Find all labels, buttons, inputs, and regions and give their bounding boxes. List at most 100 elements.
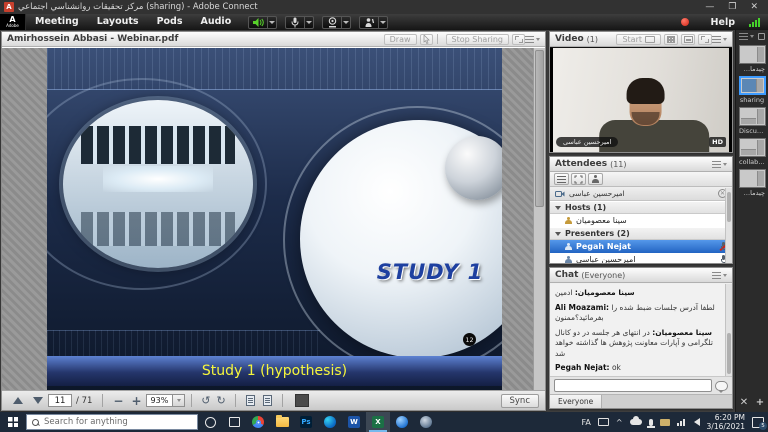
keyboard-icon[interactable] [598, 418, 609, 426]
attendee-status-view-button[interactable] [588, 173, 603, 185]
tray-microphone-icon[interactable] [649, 419, 653, 426]
filmstrip-view-button[interactable] [681, 34, 695, 45]
attendee-row-host[interactable]: سینا معصومیان [550, 214, 732, 227]
video-fullscreen-button[interactable] [698, 34, 712, 45]
group-hosts[interactable]: Hosts (1) [550, 201, 732, 214]
webcam-button[interactable] [322, 16, 342, 29]
presenter-avatar-icon [564, 243, 572, 251]
grid-view-button[interactable] [664, 34, 678, 45]
app-sphere-button[interactable] [390, 412, 414, 432]
adobe-logo: A Adobe [0, 14, 26, 30]
minimize-button[interactable]: — [705, 0, 714, 14]
chat-scrollbar[interactable] [725, 284, 732, 376]
group-presenters[interactable]: Presenters (2) [550, 227, 732, 240]
breakout-view-button[interactable] [571, 173, 586, 185]
webcam-video-frame: امیرحسین عباسی HD [550, 48, 732, 152]
layout-item-collaboration[interactable]: collabo... [739, 138, 765, 166]
close-button[interactable]: ✕ [750, 0, 758, 14]
fullscreen-button[interactable] [512, 34, 525, 45]
menu-pods[interactable]: Pods [148, 14, 192, 30]
network-icon[interactable] [677, 418, 687, 426]
file-explorer-button[interactable] [270, 412, 294, 432]
add-layout-button[interactable]: + [756, 397, 764, 408]
attendee-row-presenter[interactable]: امیرحسین عباسی [550, 253, 732, 264]
photoshop-button[interactable]: Ps [294, 412, 318, 432]
previous-page-button[interactable] [13, 397, 23, 404]
status-dropdown[interactable] [379, 16, 388, 29]
chat-message: Ali Moazami: لطفا آدرس جلسات ضبط شده را … [555, 303, 720, 324]
pan-tool-button[interactable] [295, 394, 309, 407]
microphone-button[interactable] [285, 16, 305, 29]
layout-item-discussion[interactable]: Discussion [739, 107, 765, 135]
zoom-in-button[interactable]: + [131, 396, 141, 406]
chrome-button[interactable] [246, 412, 270, 432]
page-total-label: / 71 [76, 396, 92, 406]
attendees-scrollbar[interactable] [725, 188, 732, 263]
microphone-dropdown[interactable] [305, 16, 314, 29]
volume-icon[interactable] [694, 418, 700, 426]
language-indicator[interactable]: FA [581, 418, 590, 427]
share-pod-menu-button[interactable] [525, 36, 540, 43]
layouts-menu-button[interactable] [739, 33, 754, 40]
onedrive-icon[interactable] [630, 419, 642, 425]
sync-button[interactable]: Sync [501, 394, 540, 408]
chat-pod-menu-button[interactable] [712, 272, 727, 279]
video-pod-menu-button[interactable] [712, 36, 727, 43]
send-message-button[interactable] [715, 381, 728, 391]
chat-message-input[interactable] [554, 379, 712, 392]
rotate-left-button[interactable]: ↺ [201, 394, 210, 407]
tray-folder-icon[interactable] [660, 419, 670, 426]
zoom-select[interactable]: 93% [146, 394, 186, 407]
edge-button[interactable] [318, 412, 342, 432]
maximize-button[interactable]: ❐ [728, 0, 736, 14]
chat-tab-everyone[interactable]: Everyone [550, 395, 602, 408]
menu-meeting[interactable]: Meeting [26, 14, 88, 30]
draw-button[interactable]: Draw [384, 34, 417, 45]
speaker-dropdown[interactable] [268, 16, 277, 29]
layout-item-sharing[interactable]: sharing [739, 76, 765, 104]
recording-indicator-icon[interactable] [681, 18, 689, 26]
connection-signal-icon[interactable] [749, 18, 760, 27]
zoom-out-button[interactable]: − [113, 396, 123, 406]
attendee-notification-row[interactable]: امیرحسین عباسی ✕ [550, 187, 732, 201]
speaker-button[interactable] [248, 16, 268, 29]
pin-panel-icon[interactable] [758, 33, 765, 40]
menu-layouts[interactable]: Layouts [88, 14, 148, 30]
start-webcam-button[interactable]: Start [616, 34, 661, 45]
status-button[interactable] [359, 16, 379, 29]
webcam-dropdown[interactable] [342, 16, 351, 29]
layout-item-custom-1[interactable]: چیدمان آخرین [739, 45, 765, 73]
excel-button-active[interactable]: X [366, 412, 390, 432]
task-view-button[interactable] [222, 412, 246, 432]
word-button[interactable]: W [342, 412, 366, 432]
close-layouts-button[interactable]: ✕ [740, 397, 748, 408]
fit-width-button[interactable] [263, 395, 272, 406]
page-number-input[interactable] [48, 394, 72, 407]
fit-page-button[interactable] [246, 395, 255, 406]
adobe-connect-taskbar-button[interactable] [414, 412, 438, 432]
cortana-button[interactable] [198, 412, 222, 432]
stop-sharing-button[interactable]: Stop Sharing [446, 34, 509, 45]
chat-message-list: سینا معصومیان: ادمین Ali Moazami: لطفا آ… [550, 284, 725, 376]
next-page-button[interactable] [33, 397, 43, 404]
rotate-right-button[interactable]: ↻ [217, 394, 226, 407]
attendees-pod-menu-button[interactable] [712, 161, 727, 168]
video-pod: Video (1) Start [549, 31, 733, 153]
photoshop-icon: Ps [300, 416, 312, 428]
filmstrip-icon [684, 36, 693, 43]
start-button[interactable] [0, 412, 26, 432]
pointer-button[interactable] [420, 34, 433, 45]
layout-item-custom-2[interactable]: چیدمان قبلی [739, 169, 765, 197]
action-center-button[interactable]: 5 [752, 417, 764, 428]
help-menu[interactable]: Help [711, 17, 735, 28]
taskbar-clock[interactable]: 6:20 PM 3/16/2021 [707, 413, 745, 431]
attendee-row-selected[interactable]: Pegah Nejat [550, 240, 732, 253]
slide-footer-bar: Study 1 (hypothesis) [47, 356, 502, 386]
tray-expand-button[interactable]: ^ [616, 418, 623, 427]
attendee-list-view-button[interactable] [554, 173, 569, 185]
taskbar-search[interactable]: Search for anything [26, 414, 198, 430]
menu-audio[interactable]: Audio [192, 14, 241, 30]
slide-footer-text: Study 1 (hypothesis) [202, 363, 347, 379]
share-pod: Amirhossein Abbasi - Webinar.pdf Draw St… [1, 31, 546, 411]
share-scrollbar[interactable] [533, 48, 545, 390]
